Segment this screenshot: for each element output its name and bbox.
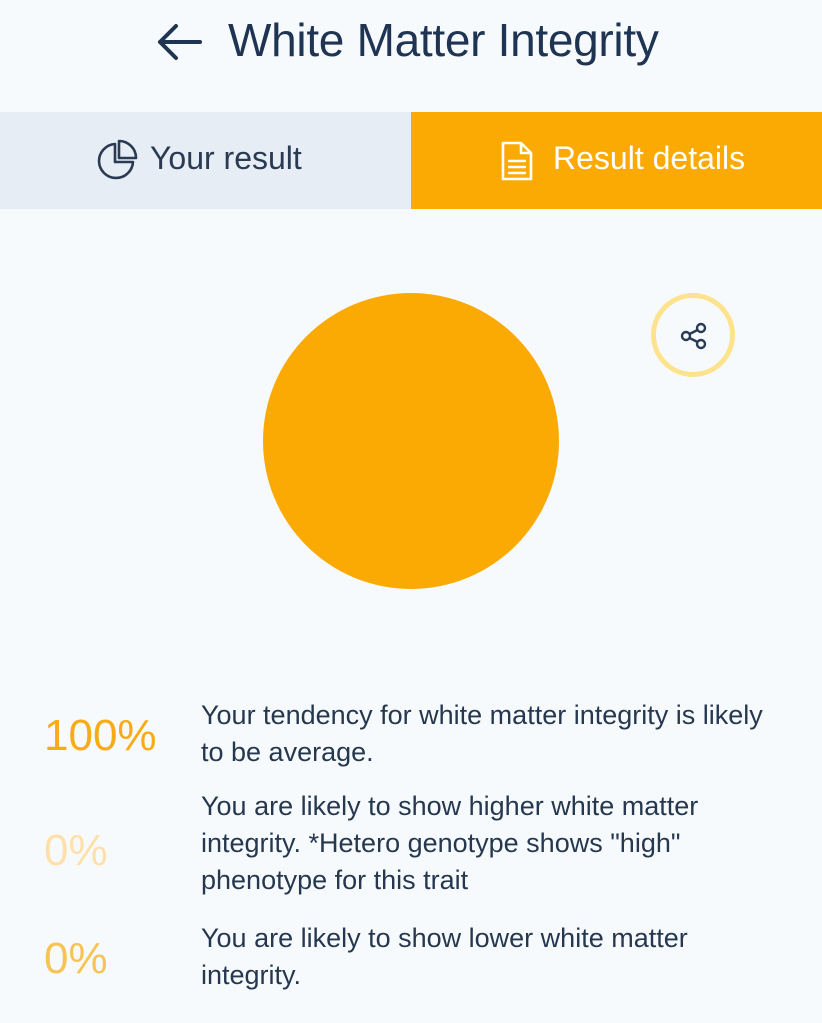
result-pie-chart — [263, 293, 559, 589]
result-percent: 0% — [44, 826, 108, 875]
pie-slice-average — [263, 293, 559, 589]
result-description: Your tendency for white matter integrity… — [201, 700, 763, 767]
result-percent: 0% — [44, 934, 108, 983]
tab-label-result-details: Result details — [553, 140, 746, 176]
tab-your-result[interactable]: Your result — [0, 112, 411, 209]
tab-bar: Your result Result details — [0, 112, 822, 209]
share-icon — [680, 322, 707, 350]
result-description: You are likely to show higher white matt… — [201, 791, 699, 895]
share-button[interactable] — [651, 293, 735, 377]
tab-label-your-result: Your result — [150, 140, 302, 176]
header: White Matter Integrity — [0, 0, 822, 112]
result-percent: 100% — [44, 711, 157, 760]
pie-chart-icon — [97, 139, 138, 180]
page-title: White Matter Integrity — [228, 14, 659, 66]
result-description: You are likely to show lower white matte… — [201, 923, 688, 990]
document-icon — [501, 141, 533, 181]
arrow-left-icon[interactable] — [154, 22, 204, 62]
tab-result-details[interactable]: Result details — [411, 112, 822, 209]
